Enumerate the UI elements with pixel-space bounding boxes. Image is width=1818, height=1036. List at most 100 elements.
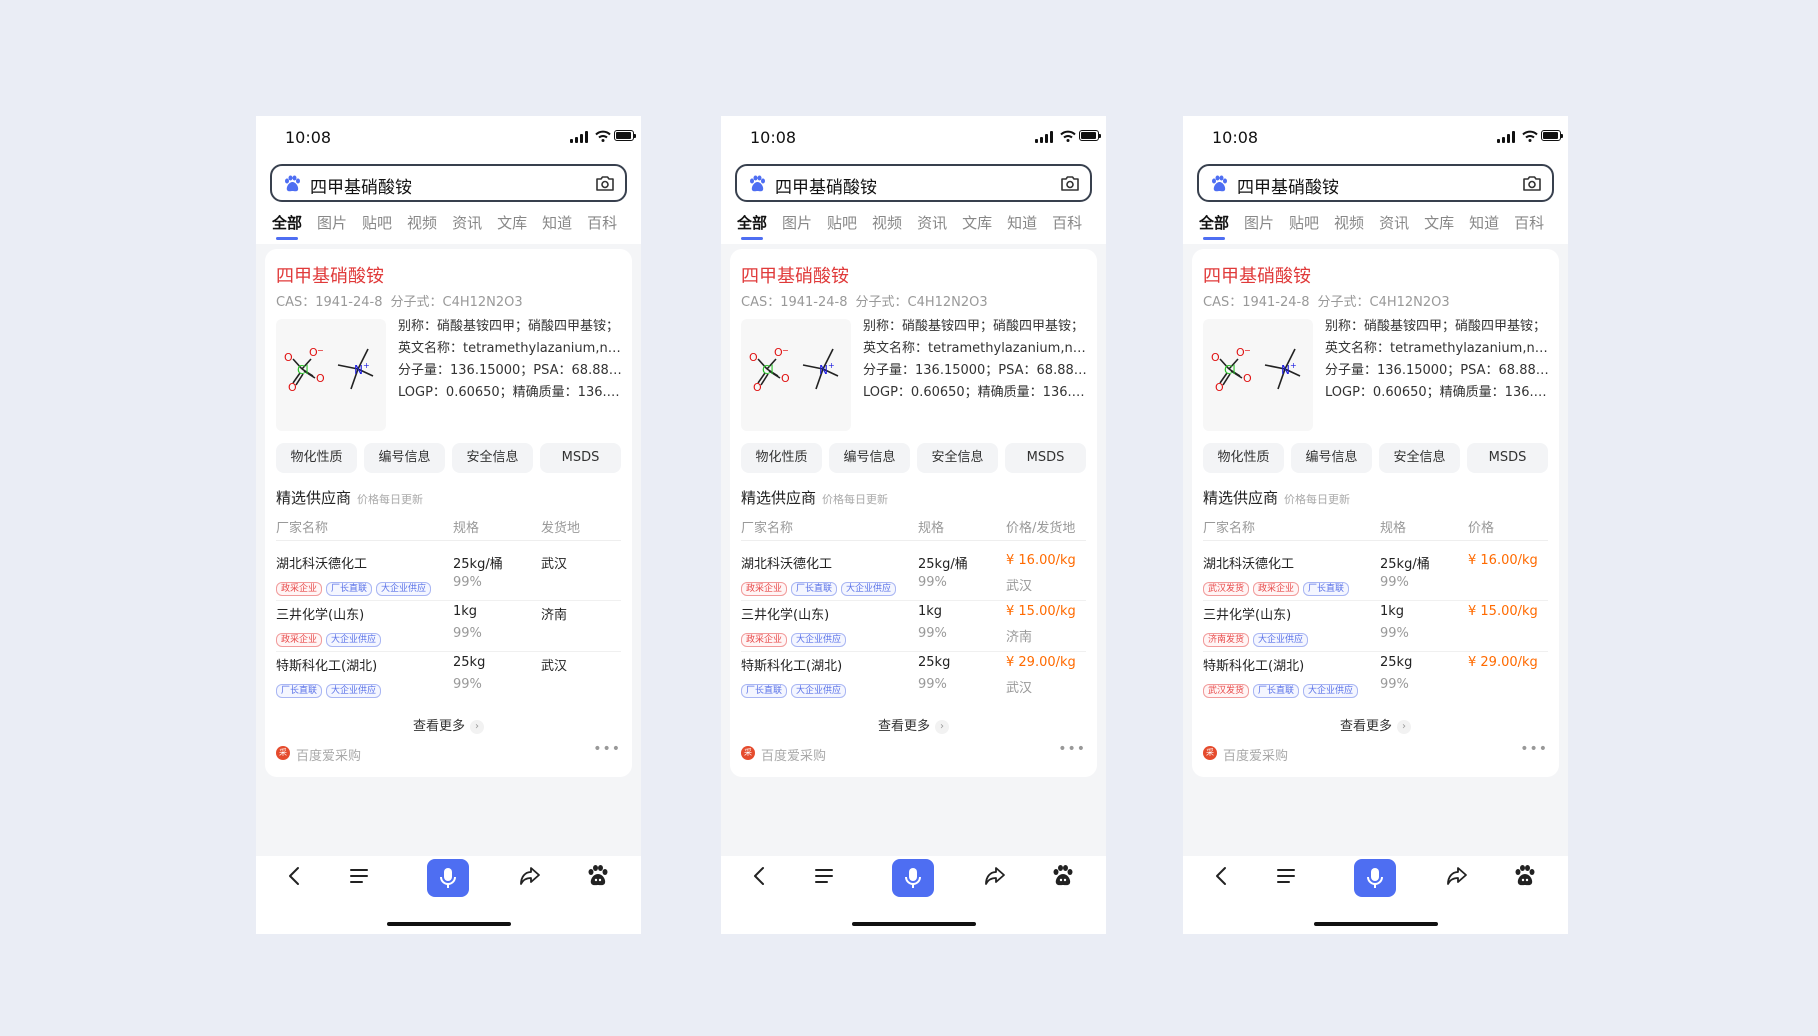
- tab-video[interactable]: 视频: [407, 212, 437, 233]
- molecule-structure-image[interactable]: Cl O O − O O N +: [1203, 319, 1313, 431]
- more-options-icon[interactable]: •••: [1058, 741, 1086, 757]
- msds-button[interactable]: MSDS: [1005, 443, 1086, 473]
- id-info-button[interactable]: 编号信息: [829, 443, 910, 473]
- tab-images[interactable]: 图片: [782, 212, 812, 233]
- supplier-name[interactable]: 特斯科化工(湖北): [1203, 655, 1304, 674]
- source-label[interactable]: 百度爱采购: [761, 745, 826, 764]
- id-info-button[interactable]: 编号信息: [364, 443, 445, 473]
- molecule-structure-image[interactable]: Cl O O − O O N +: [741, 319, 851, 431]
- prop-logp: LOGP：0.60650；精确质量：136.08479: [1325, 385, 1551, 400]
- search-box[interactable]: 四甲基硝酸铵: [735, 164, 1092, 202]
- tab-wenku[interactable]: 文库: [962, 212, 992, 233]
- molecule-structure-image[interactable]: Cl O O − O O N +: [276, 319, 386, 431]
- tab-baike[interactable]: 百科: [587, 212, 617, 233]
- baidu-paw-icon[interactable]: [1049, 862, 1077, 890]
- svg-text:Cl: Cl: [297, 363, 309, 377]
- safety-info-button[interactable]: 安全信息: [917, 443, 998, 473]
- camera-icon[interactable]: [1060, 175, 1080, 192]
- view-more-button[interactable]: 查看更多 ›: [265, 715, 632, 734]
- supplier-name[interactable]: 特斯科化工(湖北): [276, 655, 377, 674]
- tab-all[interactable]: 全部: [272, 212, 302, 240]
- back-icon[interactable]: [1208, 862, 1236, 890]
- tab-images[interactable]: 图片: [317, 212, 347, 233]
- supplier-name[interactable]: 湖北科沃德化工: [741, 553, 832, 572]
- menu-icon[interactable]: [1272, 862, 1300, 890]
- table-row[interactable]: 三井化学(山东) 政采企业 大企业供应 1kg 99% ¥ 15.00/kg 济南: [741, 600, 1086, 652]
- tab-all[interactable]: 全部: [737, 212, 767, 240]
- menu-icon[interactable]: [810, 862, 838, 890]
- back-icon[interactable]: [746, 862, 774, 890]
- source-label[interactable]: 百度爱采购: [1223, 745, 1288, 764]
- share-icon[interactable]: [1443, 862, 1471, 890]
- tab-tieba[interactable]: 贴吧: [362, 212, 392, 233]
- share-icon[interactable]: [981, 862, 1009, 890]
- result-title[interactable]: 四甲基硝酸铵: [276, 262, 384, 288]
- voice-search-button[interactable]: [892, 859, 934, 897]
- header-name: 厂家名称: [741, 521, 794, 536]
- prop-molecular-weight: 分子量：136.15000；PSA：68.88000: [863, 363, 1089, 378]
- tab-images[interactable]: 图片: [1244, 212, 1274, 233]
- table-row[interactable]: 三井化学(山东) 政采企业 大企业供应 1kg 99% 济南: [276, 600, 621, 652]
- supplier-purity: 99%: [918, 626, 947, 641]
- physchem-button[interactable]: 物化性质: [276, 443, 357, 473]
- tab-news[interactable]: 资讯: [1379, 212, 1409, 233]
- table-row[interactable]: 特斯科化工(湖北) 厂长直联 大企业供应 25kg 99% 武汉: [276, 651, 621, 702]
- voice-search-button[interactable]: [1354, 859, 1396, 897]
- table-row[interactable]: 特斯科化工(湖北) 武汉发货 厂长直联 大企业供应 25kg 99% ¥ 29.00…: [1203, 651, 1548, 702]
- baidu-paw-icon[interactable]: [1511, 862, 1539, 890]
- search-box[interactable]: 四甲基硝酸铵: [270, 164, 627, 202]
- camera-icon[interactable]: [1522, 175, 1542, 192]
- tab-wenku[interactable]: 文库: [497, 212, 527, 233]
- msds-button[interactable]: MSDS: [1467, 443, 1548, 473]
- supplier-col3: ¥ 16.00/kg: [1468, 553, 1538, 568]
- supplier-name[interactable]: 特斯科化工(湖北): [741, 655, 842, 674]
- physchem-button[interactable]: 物化性质: [1203, 443, 1284, 473]
- table-row[interactable]: 三井化学(山东) 济南发货 大企业供应 1kg 99% ¥ 15.00/kg: [1203, 600, 1548, 652]
- more-options-icon[interactable]: •••: [1520, 741, 1548, 757]
- supplier-name[interactable]: 湖北科沃德化工: [276, 553, 367, 572]
- result-title[interactable]: 四甲基硝酸铵: [741, 262, 849, 288]
- tab-all[interactable]: 全部: [1199, 212, 1229, 240]
- tab-zhidao[interactable]: 知道: [1007, 212, 1037, 233]
- table-row[interactable]: 湖北科沃德化工 政采企业 厂长直联 大企业供应 25kg/桶 99% 武汉: [276, 549, 621, 601]
- camera-icon[interactable]: [595, 175, 615, 192]
- msds-button[interactable]: MSDS: [540, 443, 621, 473]
- result-title[interactable]: 四甲基硝酸铵: [1203, 262, 1311, 288]
- source-label[interactable]: 百度爱采购: [296, 745, 361, 764]
- menu-icon[interactable]: [345, 862, 373, 890]
- voice-search-button[interactable]: [427, 859, 469, 897]
- search-query[interactable]: 四甲基硝酸铵: [775, 173, 877, 198]
- back-icon[interactable]: [281, 862, 309, 890]
- tab-baike[interactable]: 百科: [1514, 212, 1544, 233]
- baidu-paw-icon[interactable]: [584, 862, 612, 890]
- tab-video[interactable]: 视频: [872, 212, 902, 233]
- table-row[interactable]: 湖北科沃德化工 政采企业 厂长直联 大企业供应 25kg/桶 99% ¥ 16.00…: [741, 549, 1086, 601]
- supplier-name[interactable]: 三井化学(山东): [276, 604, 364, 623]
- view-more-button[interactable]: 查看更多 ›: [730, 715, 1097, 734]
- search-query[interactable]: 四甲基硝酸铵: [1237, 173, 1339, 198]
- share-icon[interactable]: [516, 862, 544, 890]
- id-info-button[interactable]: 编号信息: [1291, 443, 1372, 473]
- tab-tieba[interactable]: 贴吧: [1289, 212, 1319, 233]
- safety-info-button[interactable]: 安全信息: [452, 443, 533, 473]
- search-query[interactable]: 四甲基硝酸铵: [310, 173, 412, 198]
- tab-tieba[interactable]: 贴吧: [827, 212, 857, 233]
- table-row[interactable]: 特斯科化工(湖北) 厂长直联 大企业供应 25kg 99% ¥ 29.00/kg …: [741, 651, 1086, 702]
- tab-baike[interactable]: 百科: [1052, 212, 1082, 233]
- more-options-icon[interactable]: •••: [593, 741, 621, 757]
- tab-zhidao[interactable]: 知道: [542, 212, 572, 233]
- supplier-name[interactable]: 三井化学(山东): [741, 604, 829, 623]
- supplier-name[interactable]: 湖北科沃德化工: [1203, 553, 1294, 572]
- tab-wenku[interactable]: 文库: [1424, 212, 1454, 233]
- tab-video[interactable]: 视频: [1334, 212, 1364, 233]
- tab-news[interactable]: 资讯: [452, 212, 482, 233]
- physchem-button[interactable]: 物化性质: [741, 443, 822, 473]
- svg-text:N: N: [1281, 363, 1290, 377]
- supplier-name[interactable]: 三井化学(山东): [1203, 604, 1291, 623]
- table-row[interactable]: 湖北科沃德化工 武汉发货 政采企业 厂长直联 25kg/桶 99% ¥ 16.00/…: [1203, 549, 1548, 601]
- tab-news[interactable]: 资讯: [917, 212, 947, 233]
- search-box[interactable]: 四甲基硝酸铵: [1197, 164, 1554, 202]
- safety-info-button[interactable]: 安全信息: [1379, 443, 1460, 473]
- tab-zhidao[interactable]: 知道: [1469, 212, 1499, 233]
- view-more-button[interactable]: 查看更多 ›: [1192, 715, 1559, 734]
